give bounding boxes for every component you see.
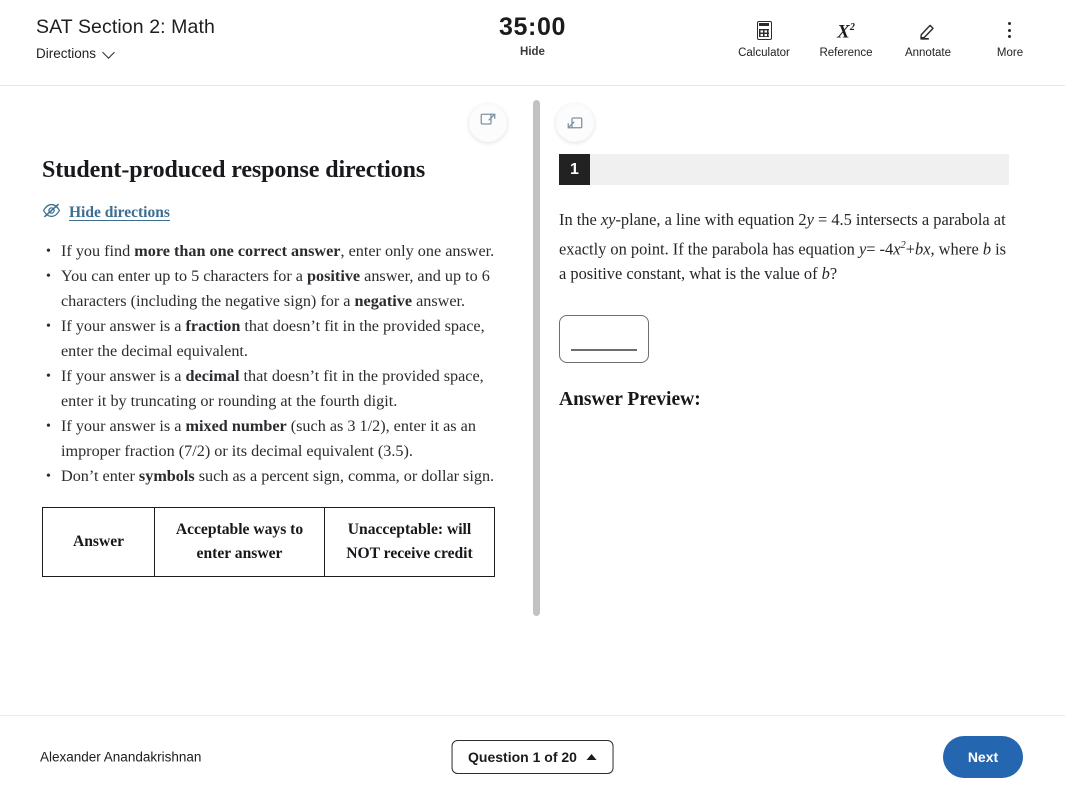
hide-directions-label: Hide directions [69,204,170,221]
bullet-bold: positive [307,267,361,285]
question-var-y: y [806,210,814,229]
bullet-bold: decimal [185,367,240,385]
page-title: SAT Section 2: Math [36,16,215,38]
question-navigator-label: Question 1 of 20 [468,749,577,765]
hide-directions-link[interactable]: Hide directions [42,203,170,223]
answer-format-table: Answer Acceptable ways to enter answer U… [42,507,495,577]
table-header-answer: Answer [42,507,155,577]
bullet-bold: fraction [185,317,241,335]
app-header: SAT Section 2: Math Directions 35:00 Hid… [0,0,1065,86]
content-area: Student-produced response directions Hid… [0,87,1065,715]
more-button[interactable]: More [969,20,1051,60]
calculator-icon [756,20,772,40]
question-text-seg: In the [559,210,601,229]
student-response-input[interactable] [559,314,649,363]
question-text-seg: = -4 [866,238,894,258]
list-item: If your answer is a decimal that doesn’t… [46,364,496,414]
question-var-xy: xy [600,210,616,229]
bullet-bold: mixed number [185,417,287,435]
bullet-bold-2: negative [354,292,413,310]
directions-dropdown[interactable]: Directions [36,46,115,61]
list-item: If your answer is a fraction that doesn’… [46,314,496,364]
reference-label: Reference [819,47,873,59]
question-var-b3: b [821,264,830,284]
answer-preview-label: Answer Preview: [559,388,701,410]
expand-left-panel-icon [479,112,497,135]
question-var-b2: b [982,238,992,258]
bullet-text-2: , enter only one answer. [340,242,495,260]
bullet-text: If your answer is a [61,417,186,435]
highlighter-pen-icon [918,20,938,40]
reference-x-squared-icon: X2 [837,21,855,43]
question-number-bar: 1 [559,154,1009,185]
app-footer: Alexander Anandakrishnan Question 1 of 2… [0,715,1065,798]
eye-slash-icon [42,203,61,223]
list-item: If your answer is a mixed number (such a… [46,414,496,464]
question-navigator-button[interactable]: Question 1 of 20 [451,740,614,774]
chevron-down-icon [104,48,115,59]
question-text-seg: + [905,238,915,258]
question-number-badge: 1 [559,154,590,185]
question-panel: 1 In the xy-plane, a line with equation … [544,87,1065,715]
expand-left-panel-button[interactable] [469,104,507,142]
table-header-acceptable: Acceptable ways to enter answer [154,507,325,577]
bullet-text-3: answer. [412,292,466,310]
timer-hide-button[interactable]: Hide [520,46,545,58]
bullet-text: You can enter up to 5 characters for a [61,267,308,285]
student-name: Alexander Anandakrishnan [40,749,202,765]
question-var-x: x [893,238,901,258]
panel-resize-handle[interactable] [533,100,540,616]
bullet-text: If you find [61,242,135,260]
collapse-right-panel-icon [566,112,584,135]
directions-label: Directions [36,46,97,61]
bullet-bold: symbols [138,467,195,485]
sat-test-app: SAT Section 2: Math Directions 35:00 Hid… [0,0,1065,798]
annotate-label: Annotate [904,47,952,59]
question-text-seg: ? [829,264,838,284]
bullet-text: If your answer is a [61,367,186,385]
bullet-text-2: such as a percent sign, comma, or dollar… [194,467,495,485]
table-row: Answer Acceptable ways to enter answer U… [42,507,495,577]
bullet-text: If your answer is a [61,317,186,335]
bullet-bold: more than one correct answer [134,242,341,260]
reference-button[interactable]: X2 Reference [805,20,887,60]
calculator-button[interactable]: Calculator [723,20,805,60]
directions-heading: Student-produced response directions [42,157,426,183]
collapse-right-panel-button[interactable] [556,104,594,142]
caret-up-icon [586,754,597,760]
list-item: Don’t enter symbols such as a percent si… [46,464,496,489]
more-vertical-dots-icon [1008,20,1012,40]
table-header-unacceptable: Unacceptable: will NOT receive credit [324,507,495,577]
question-text-seg: , where [930,238,983,258]
directions-bullet-list: If you find more than one correct answer… [42,239,496,489]
bullet-text: Don’t enter [61,467,139,485]
header-toolbar: Calculator X2 Reference Annotate More [723,20,1051,60]
calculator-label: Calculator [738,47,790,59]
more-label: More [996,47,1024,59]
list-item: You can enter up to 5 characters for a p… [46,264,496,314]
annotate-button[interactable]: Annotate [887,20,969,60]
question-text: In the xy-plane, a line with equation 2y… [559,207,1009,287]
directions-panel: Student-produced response directions Hid… [0,87,526,715]
header-left-group: SAT Section 2: Math Directions [36,14,215,63]
list-item: If you find more than one correct answer… [46,239,496,264]
next-button[interactable]: Next [943,736,1023,778]
question-var-b: b [915,238,924,258]
question-text-seg: -plane, a line with equation 2 [615,210,807,229]
